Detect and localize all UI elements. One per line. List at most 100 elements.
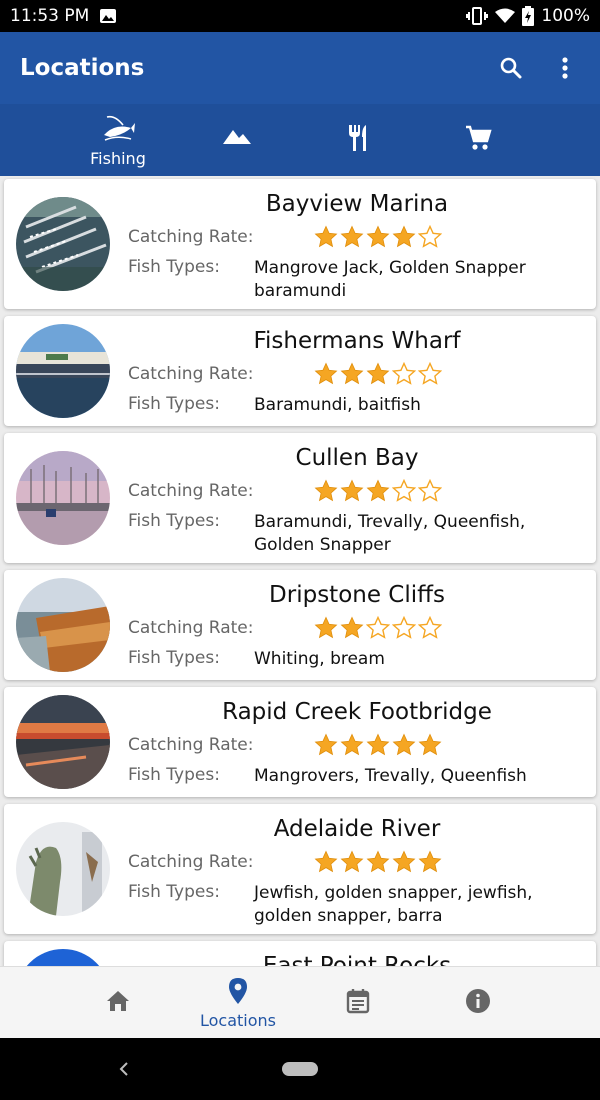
star-filled-icon: [340, 479, 364, 502]
status-time: 11:53 PM: [10, 6, 90, 26]
info-icon: [465, 988, 491, 1018]
location-card[interactable]: Dripstone Cliffs Catching Rate: Fish Typ…: [4, 570, 596, 680]
star-filled-icon: [366, 733, 390, 756]
location-card[interactable]: Fishermans Wharf Catching Rate: Fish Typ…: [4, 316, 596, 426]
fish-types-value: Whiting, bream: [254, 649, 385, 669]
tab-shopping[interactable]: [418, 104, 538, 176]
star-filled-icon: [418, 733, 442, 756]
catching-rate-label: Catching Rate:: [128, 227, 254, 247]
location-thumbnail: [16, 197, 110, 291]
vibrate-icon: [466, 7, 489, 25]
home-icon: [105, 989, 131, 1017]
tab-label: Fishing: [90, 148, 146, 168]
catching-rate-row: Catching Rate:: [128, 733, 590, 757]
location-card[interactable]: Rapid Creek Footbridge Catching Rate: Fi…: [4, 687, 596, 797]
star-filled-icon: [392, 733, 416, 756]
star-empty-icon: [418, 225, 442, 248]
app-bar: Locations: [0, 32, 600, 104]
star-filled-icon: [366, 225, 390, 248]
location-name: Cullen Bay: [295, 445, 419, 471]
location-name: Bayview Marina: [265, 191, 449, 217]
star-rating: [314, 225, 442, 249]
nav-info[interactable]: [418, 967, 538, 1039]
back-icon[interactable]: [116, 1058, 132, 1080]
fish-types-label: Fish Types:: [128, 882, 220, 902]
tab-fishing[interactable]: Fishing: [58, 104, 178, 176]
star-filled-icon: [314, 733, 338, 756]
location-card[interactable]: Bayview Marina Catching Rate: Fish Types…: [4, 179, 596, 309]
star-filled-icon: [314, 225, 338, 248]
location-name: Rapid Creek Footbridge: [222, 699, 492, 725]
star-filled-icon: [314, 850, 338, 873]
location-thumbnail: [16, 324, 110, 418]
location-card[interactable]: Adelaide River Catching Rate: Fish Types…: [4, 804, 596, 934]
star-empty-icon: [392, 616, 416, 639]
star-filled-icon: [366, 850, 390, 873]
star-rating: [314, 616, 442, 640]
star-filled-icon: [314, 616, 338, 639]
nav-locations[interactable]: Locations: [178, 967, 298, 1039]
fish-types-label: Fish Types:: [128, 648, 220, 668]
home-pill-button[interactable]: [282, 1062, 318, 1076]
catching-rate-label: Catching Rate:: [128, 364, 254, 384]
shopping-cart-icon: [464, 124, 492, 156]
nav-home[interactable]: [58, 967, 178, 1039]
star-empty-icon: [392, 362, 416, 385]
location-thumbnail: [16, 822, 110, 916]
calendar-icon: [346, 988, 370, 1018]
nav-calendar[interactable]: [298, 967, 418, 1039]
battery-icon: [522, 6, 535, 26]
search-icon[interactable]: [496, 53, 526, 83]
fish-types-value: Baramundi, baitfish: [254, 395, 421, 415]
catching-rate-label: Catching Rate:: [128, 481, 254, 501]
location-thumbnail: [16, 578, 110, 672]
location-card[interactable]: Cullen Bay Catching Rate: Fish Types: Ba…: [4, 433, 596, 563]
status-bar: 11:53 PM 100%: [0, 0, 600, 32]
page-title: Locations: [20, 55, 145, 81]
catching-rate-row: Catching Rate:: [128, 225, 590, 249]
mountain-icon: [223, 128, 253, 152]
fish-types-label: Fish Types:: [128, 511, 220, 531]
location-thumbnail: [16, 451, 110, 545]
location-name: Dripstone Cliffs: [269, 582, 445, 608]
fish-types-row: Fish Types: Baramundi, baitfish: [128, 394, 590, 417]
fish-types-row: Fish Types: Whiting, bream: [128, 648, 590, 671]
tab-hiking[interactable]: [178, 104, 298, 176]
fish-types-row: Fish Types: Mangrovers, Trevally, Queenf…: [128, 765, 590, 788]
star-filled-icon: [340, 225, 364, 248]
star-filled-icon: [314, 479, 338, 502]
bottom-navigation: Locations: [0, 966, 600, 1038]
star-filled-icon: [366, 479, 390, 502]
star-rating: [314, 850, 442, 874]
fish-types-label: Fish Types:: [128, 394, 220, 414]
battery-percent: 100%: [541, 6, 590, 26]
system-navigation-bar: [0, 1038, 600, 1100]
category-tabs: Fishing: [0, 104, 600, 176]
fish-types-label: Fish Types:: [128, 257, 220, 277]
restaurant-icon: [345, 123, 371, 157]
star-empty-icon: [366, 616, 390, 639]
star-filled-icon: [392, 850, 416, 873]
location-thumbnail: [16, 949, 110, 966]
app-screen: 11:53 PM 100% Locations Fishing Bayview …: [0, 0, 600, 1100]
catching-rate-row: Catching Rate:: [128, 616, 590, 640]
image-notification-icon: [99, 8, 117, 24]
fishing-icon: [101, 113, 135, 147]
location-pin-icon: [228, 977, 248, 1009]
tab-restaurants[interactable]: [298, 104, 418, 176]
location-card[interactable]: East Point Rocks: [4, 941, 596, 966]
catching-rate-row: Catching Rate:: [128, 362, 590, 386]
star-filled-icon: [340, 850, 364, 873]
location-thumbnail: [16, 695, 110, 789]
more-vert-icon[interactable]: [550, 53, 580, 83]
star-empty-icon: [392, 479, 416, 502]
star-empty-icon: [418, 616, 442, 639]
catching-rate-label: Catching Rate:: [128, 735, 254, 755]
location-name: Adelaide River: [273, 816, 441, 842]
fish-types-row: Fish Types: Mangrove Jack, Golden Snappe…: [128, 257, 590, 303]
star-empty-icon: [418, 362, 442, 385]
star-filled-icon: [340, 362, 364, 385]
location-name: East Point Rocks: [262, 953, 452, 966]
catching-rate-label: Catching Rate:: [128, 618, 254, 638]
fish-types-value: Jewfish, golden snapper, jewfish, golden…: [254, 883, 533, 926]
